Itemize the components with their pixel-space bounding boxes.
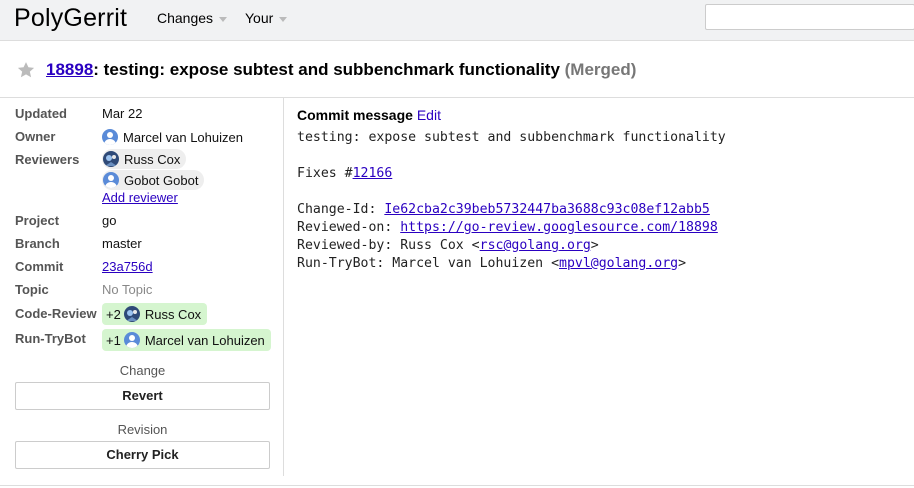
cherry-pick-button[interactable]: Cherry Pick [15,441,270,469]
avatar [123,306,140,322]
status-badge: (Merged) [564,60,637,79]
commit-message-header: Commit message Edit [297,107,441,123]
page-title: 18898: testing: expose subtest and subbe… [46,60,636,80]
vote-value: +2 [106,306,121,322]
commit-message-heading: Commit message [297,107,413,123]
change-title-bar: 18898: testing: expose subtest and subbe… [0,42,914,98]
branch-value: master [102,236,142,251]
change-id-link[interactable]: Ie62cba2c39beb5732447ba3688c93c08ef12abb… [384,202,710,217]
add-reviewer-link-text[interactable]: Add reviewer [102,190,178,205]
nav-your-menu[interactable]: Your [245,10,288,26]
change-metadata-panel: Updated Mar 22 Owner Marcel van Lohuizen… [0,98,284,476]
commit-message-body: testing: expose subtest and subbenchmark… [297,129,726,273]
owner-name: Marcel van Lohuizen [123,129,243,145]
project-label: Project [15,213,60,228]
vote-value: +1 [106,332,121,348]
reviewer-email-link[interactable]: rsc@golang.org [480,238,591,253]
updated-value: Mar 22 [102,106,143,121]
code-review-label: Code-Review [15,306,97,321]
brand-logo[interactable]: PolyGerrit [14,4,127,33]
reviewer-name: Gobot Gobot [124,172,199,188]
user-avatar-icon [103,172,119,188]
change-number-link[interactable]: 18898 [46,60,93,79]
nav-changes-menu[interactable]: Changes [157,10,228,26]
avatar [103,151,119,167]
owner-label: Owner [15,129,56,144]
revert-button[interactable]: Revert [15,382,270,410]
vote-user: Marcel van Lohuizen [144,332,265,348]
user-avatar-icon [123,332,140,348]
commit-link[interactable]: 23a756d [102,259,153,274]
search-input[interactable] [705,4,914,30]
topic-value[interactable]: No Topic [102,282,152,297]
run-trybot-vote-chip[interactable]: +1 Marcel van Lohuizen [102,329,271,351]
bottom-divider [0,485,914,486]
run-trybot-label: Run-TryBot [15,331,86,346]
commit-label: Commit [15,259,64,274]
project-value: go [102,213,117,228]
reviewer-name: Russ Cox [124,151,181,167]
change-id-prefix: Change-Id: [297,202,385,217]
trybot-suffix: > [678,256,687,271]
chevron-down-icon [219,16,228,22]
vote-user: Russ Cox [144,306,202,322]
edit-commit-message-link[interactable]: Edit [417,107,441,123]
reviewed-on-link[interactable]: https://go-review.googlesource.com/18898 [400,220,718,235]
issue-link[interactable]: 12166 [353,166,393,181]
reviewed-on-prefix: Reviewed-on: [297,220,401,235]
reviewer-chip-gobot[interactable]: Gobot Gobot [102,170,205,191]
trybot-prefix: Run-TryBot: Marcel van Lohuizen < [297,256,560,271]
reviewers-label: Reviewers [15,152,80,167]
topic-label: Topic [15,282,49,297]
updated-label: Updated [15,106,67,121]
branch-label: Branch [15,236,60,251]
reviewer-chip-russ[interactable]: Russ Cox [102,149,187,170]
commit-value: 23a756d [102,259,153,274]
user-avatar-icon [102,129,118,145]
code-review-vote-chip[interactable]: +2 Russ Cox [102,303,208,325]
change-actions-title: Change [119,363,166,378]
owner-chip[interactable]: Marcel van Lohuizen [102,127,249,148]
star-icon[interactable] [16,60,36,80]
nav-your-label: Your [245,10,274,26]
chevron-down-icon [279,16,288,22]
reviewed-by-suffix: > [590,238,599,253]
trybot-email-link[interactable]: mpvl@golang.org [559,256,678,271]
nav-changes-label: Changes [157,10,214,26]
commit-subject: testing: expose subtest and subbenchmark… [297,130,726,145]
revision-actions-title: Revision [117,422,168,437]
reviewed-by-prefix: Reviewed-by: Russ Cox < [297,238,480,253]
top-header: PolyGerrit Changes Your [0,0,914,41]
fixes-prefix: Fixes # [297,166,353,181]
change-subject: : testing: expose subtest and subbenchma… [93,60,565,79]
add-reviewer-link[interactable]: Add reviewer [102,190,178,205]
